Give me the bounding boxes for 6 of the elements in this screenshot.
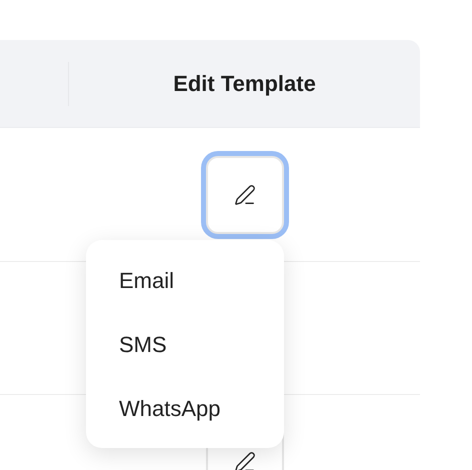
menu-item[interactable]: Email [86,248,284,312]
pencil-icon [234,450,256,470]
menu-item[interactable]: SMS [86,312,284,376]
menu-item[interactable]: WhatsApp [86,376,284,440]
pencil-icon [234,184,256,206]
column-header: Edit Template [173,70,316,98]
